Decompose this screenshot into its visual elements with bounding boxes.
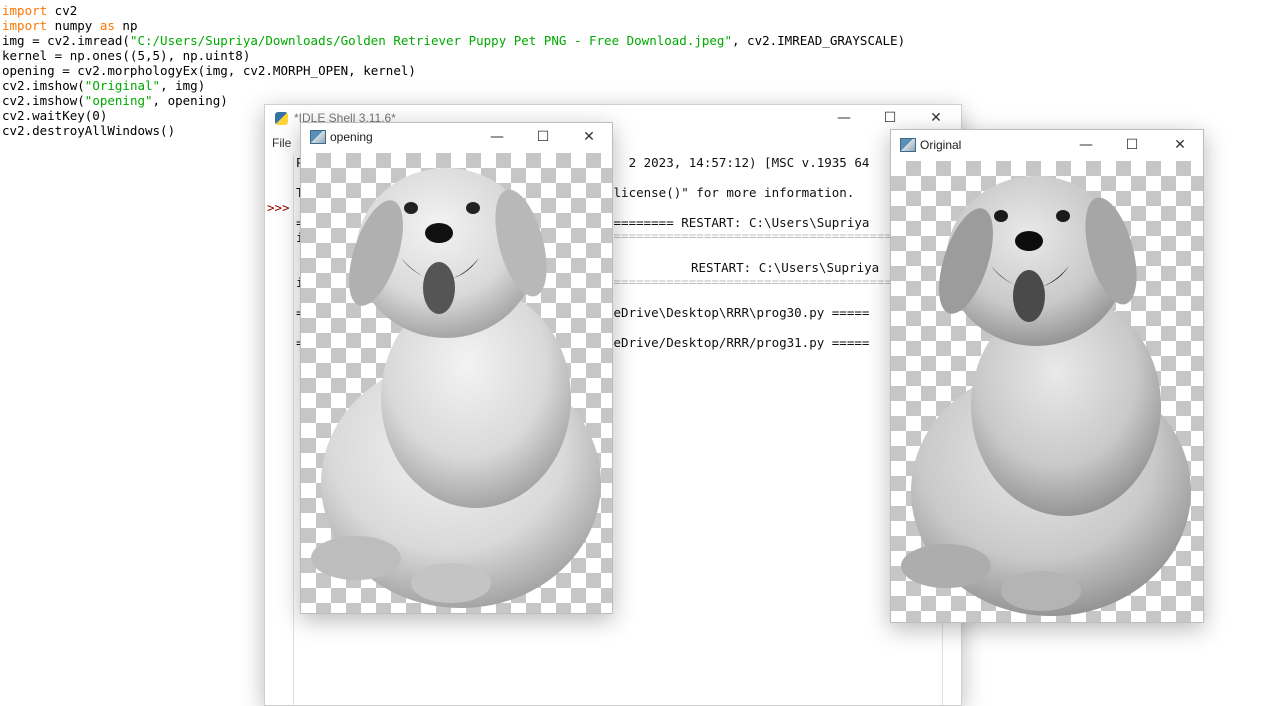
shell-line: ====================================== — [606, 228, 892, 243]
puppy-image — [311, 168, 601, 608]
code-text: numpy — [47, 18, 100, 33]
original-title: Original — [920, 137, 962, 152]
original-minimize-button[interactable]: — — [1063, 130, 1109, 159]
opening-window: opening — ☐ ✕ — [300, 122, 613, 614]
code-text: cv2.destroyAllWindows() — [2, 123, 176, 138]
code-line: img = cv2.imread("C:/Users/Supriya/Downl… — [2, 33, 905, 48]
code-text: cv2.waitKey(0) — [2, 108, 108, 123]
original-titlebar: Original — ☐ ✕ — [891, 130, 1203, 159]
code-line: cv2.imshow("Original", img) — [2, 78, 905, 93]
app-icon — [310, 130, 326, 144]
code-line: opening = cv2.morphologyEx(img, cv2.MORP… — [2, 63, 905, 78]
idle-close-button[interactable]: ✕ — [913, 105, 959, 131]
idle-gutter: >>> — [265, 155, 294, 705]
opening-titlebar: opening — ☐ ✕ — [301, 123, 612, 151]
code-line: import cv2 — [2, 3, 905, 18]
original-window: Original — ☐ ✕ — [890, 129, 1204, 623]
shell-prompt: >>> — [267, 200, 290, 215]
original-image — [891, 161, 1203, 622]
opening-maximize-button[interactable]: ☐ — [520, 123, 566, 151]
idle-maximize-button[interactable]: ☐ — [867, 105, 913, 131]
shell-line: RESTART: C:\Users\Supriya — [691, 260, 880, 275]
original-close-button[interactable]: ✕ — [1157, 130, 1203, 159]
shell-line: t 2 2023, 14:57:12) [MSC v.1935 64 — [606, 155, 870, 170]
code-text: , img) — [160, 78, 206, 93]
code-text: np — [114, 18, 138, 33]
python-icon — [275, 111, 288, 125]
code-text: , opening) — [152, 93, 228, 108]
code-text: kernel = np.ones((5,5), np.uint8) — [2, 48, 251, 63]
code-line: import numpy as np — [2, 18, 905, 33]
code-line: kernel = np.ones((5,5), np.uint8) — [2, 48, 905, 63]
opening-title: opening — [330, 130, 373, 144]
app-icon — [900, 137, 916, 152]
code-string: "opening" — [84, 93, 153, 108]
code-text: opening = cv2.morphologyEx(img, cv2.MORP… — [2, 63, 416, 78]
code-text: , cv2.IMREAD_GRAYSCALE) — [732, 33, 906, 48]
code-keyword: import — [2, 3, 48, 18]
opening-close-button[interactable]: ✕ — [566, 123, 612, 151]
opening-image — [301, 153, 612, 613]
opening-minimize-button[interactable]: — — [474, 123, 520, 151]
code-text: img = cv2.imread( — [2, 33, 130, 48]
original-maximize-button[interactable]: ☐ — [1109, 130, 1155, 159]
code-string: "Original" — [84, 78, 161, 93]
code-keyword: import — [2, 18, 48, 33]
menu-file[interactable]: File — [272, 136, 291, 150]
idle-minimize-button[interactable]: — — [821, 105, 867, 131]
shell-line: "license()" for more information. — [606, 185, 855, 200]
code-keyword: as — [99, 18, 115, 33]
shell-line: ====================================== — [606, 274, 892, 289]
code-string: "C:/Users/Supriya/Downloads/Golden Retri… — [129, 33, 732, 48]
puppy-image — [901, 176, 1191, 616]
code-text: cv2.imshow( — [2, 78, 85, 93]
code-text: cv2.imshow( — [2, 93, 85, 108]
shell-line: neDrive\Desktop\RRR\prog30.py ===== — [606, 305, 870, 320]
shell-line: neDrive/Desktop/RRR/prog31.py ===== — [606, 335, 870, 350]
code-text: cv2 — [47, 3, 78, 18]
